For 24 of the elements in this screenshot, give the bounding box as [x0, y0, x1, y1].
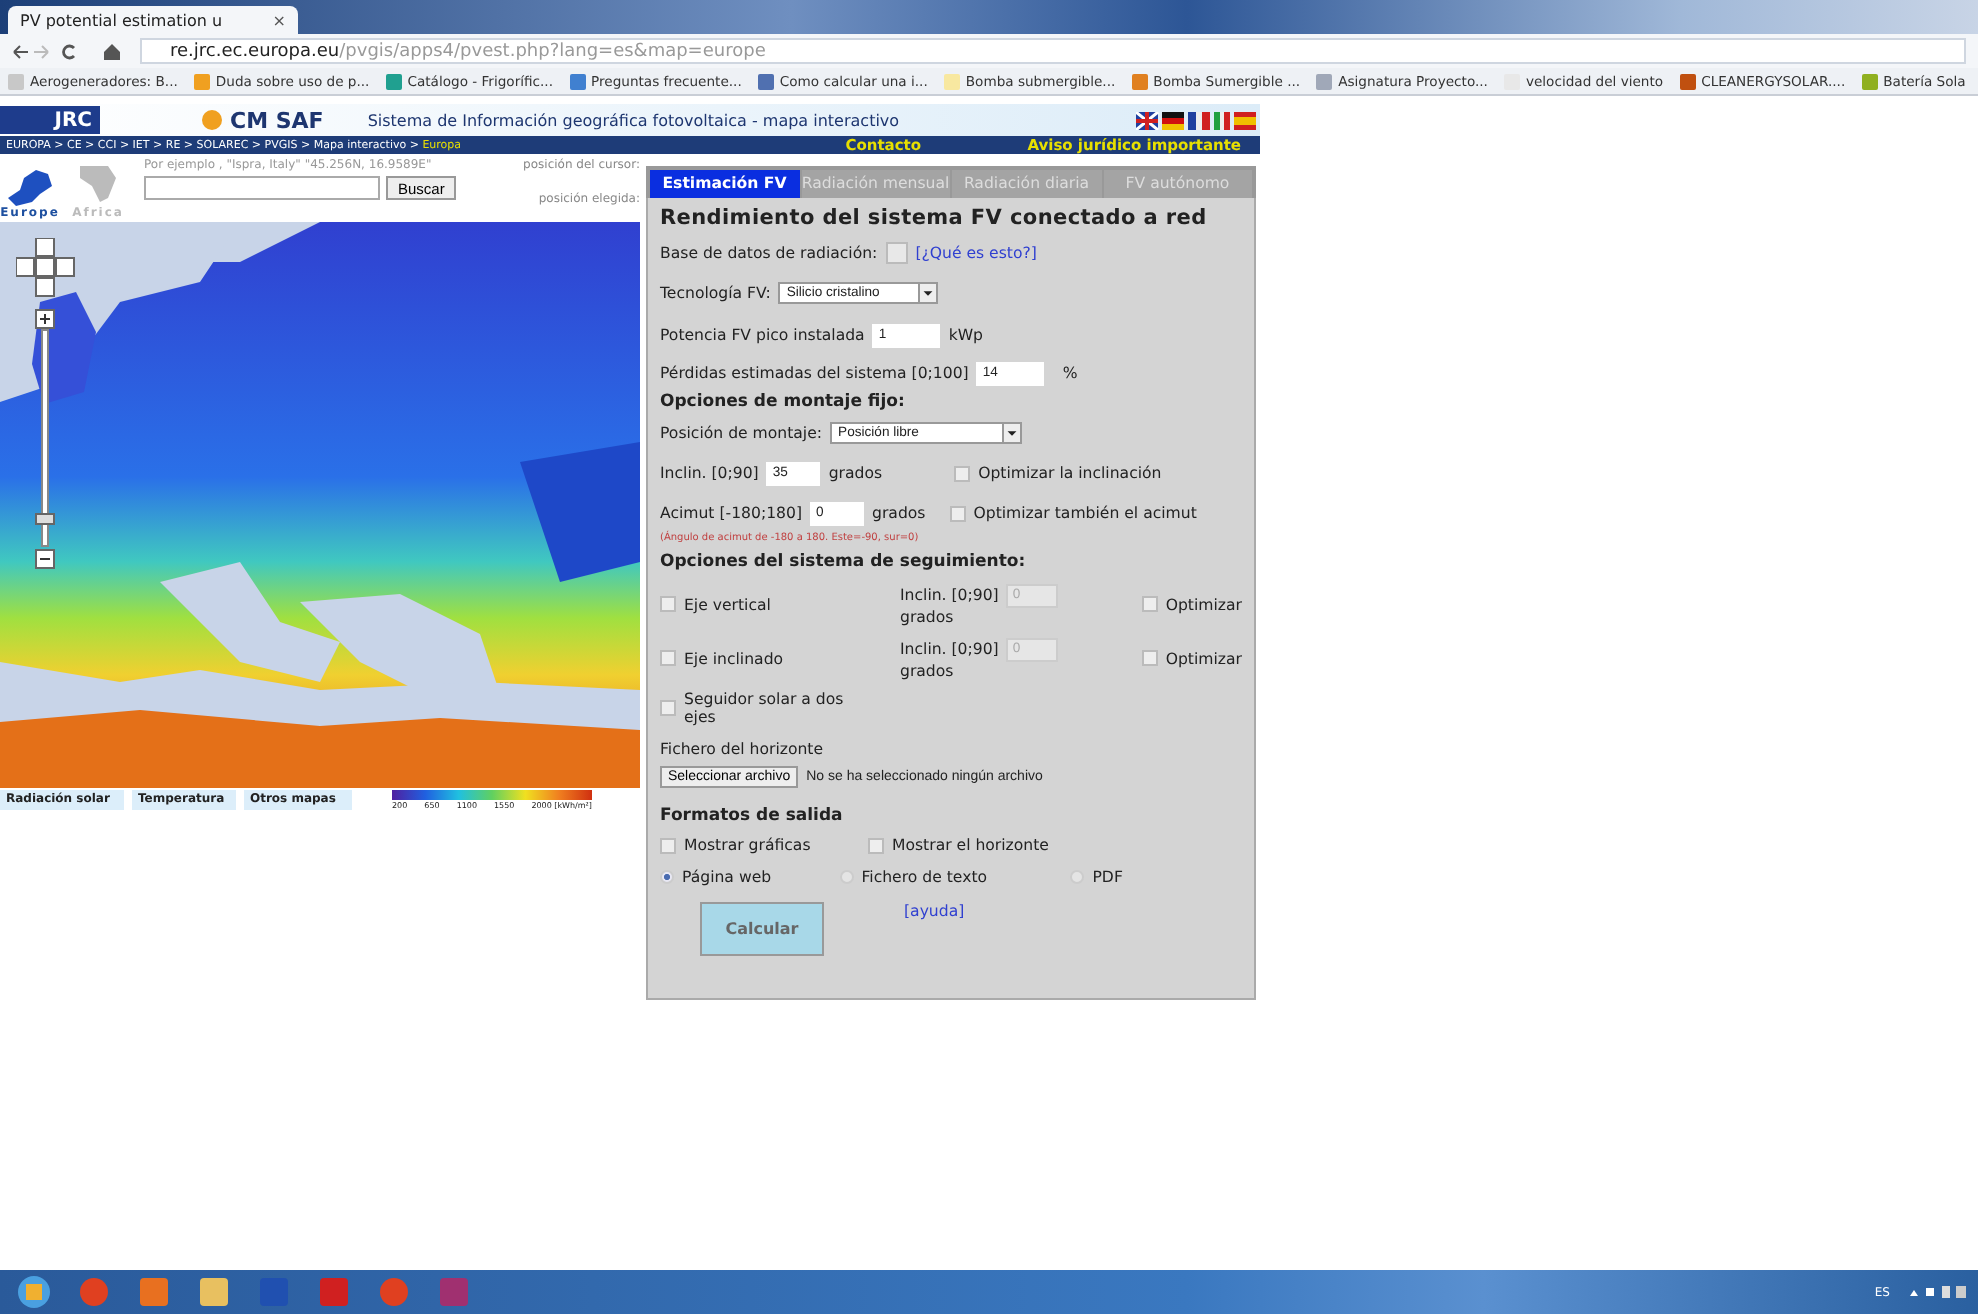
site-title: Sistema de Información geográfica fotovoltaica - mapa interactivo — [367, 111, 900, 129]
checkbox[interactable] — [660, 837, 676, 853]
system-tray-icons[interactable] — [1906, 1284, 1966, 1300]
form-title: Rendimiento del sistema FV conectado a red — [660, 206, 1209, 230]
section-heading: Opciones de montaje fijo: — [660, 392, 907, 412]
cmsaf-logo: CM SAF — [200, 107, 324, 133]
address-field[interactable]: re.jrc.ec.europa.eu/pvgis/apps4/pvest.php?lang=es&map=europe — [140, 38, 1966, 64]
start-button-icon[interactable] — [12, 1274, 56, 1310]
database-select[interactable] — [885, 242, 908, 264]
radio-button[interactable] — [839, 870, 854, 884]
jrc-logo: JRC — [0, 106, 100, 134]
section-heading: Formatos de salida — [660, 806, 845, 826]
checkbox[interactable] — [954, 465, 971, 481]
radio-button[interactable] — [660, 870, 674, 884]
checkbox[interactable] — [868, 837, 884, 853]
checkbox[interactable] — [949, 505, 966, 521]
language-flags-icon[interactable] — [1136, 111, 1256, 129]
section-heading: Opciones del sistema de seguimiento: — [660, 552, 1028, 572]
radio-button[interactable] — [1070, 870, 1085, 884]
checkbox[interactable] — [660, 700, 676, 716]
calculate-button[interactable]: Calcular — [700, 902, 824, 956]
home-icon[interactable] — [102, 41, 122, 61]
browser-tab[interactable]: PV potential estimation u × — [8, 6, 298, 34]
search-field[interactable] — [144, 176, 380, 200]
